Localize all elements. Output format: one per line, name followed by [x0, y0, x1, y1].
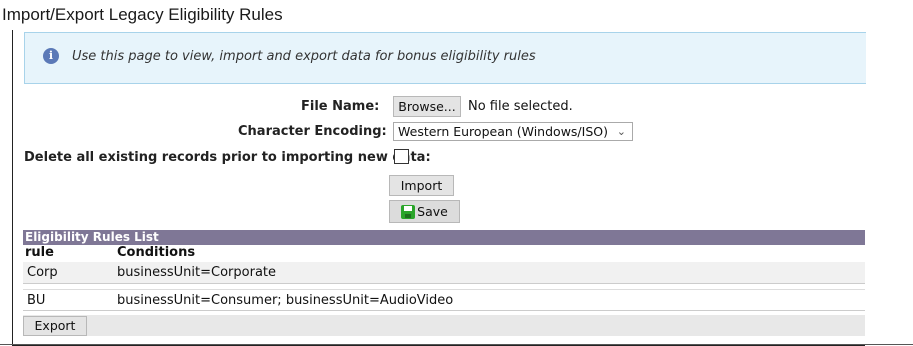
table-column-headers: rule Conditions	[23, 245, 865, 262]
bottom-divider	[0, 344, 913, 345]
info-icon: i	[43, 48, 59, 64]
conditions-cell: businessUnit=Corporate	[117, 265, 277, 280]
page-title: Import/Export Legacy Eligibility Rules	[2, 5, 283, 24]
column-header-rule: rule	[25, 245, 54, 260]
rule-cell: BU	[27, 293, 46, 308]
delete-existing-checkbox[interactable]	[394, 149, 409, 164]
info-box: i Use this page to view, import and expo…	[24, 32, 866, 84]
file-status-text: No file selected.	[468, 99, 573, 114]
character-encoding-label: Character Encoding:	[238, 124, 387, 139]
info-message: Use this page to view, import and export…	[72, 49, 536, 64]
encoding-selected-value: Western European (Windows/ISO)	[398, 124, 608, 139]
floppy-disk-icon	[401, 205, 416, 219]
export-button[interactable]: Export	[23, 316, 87, 336]
rule-cell: Corp	[27, 265, 58, 280]
table-footer	[23, 315, 865, 336]
chevron-down-icon: ⌄	[616, 125, 626, 138]
table-title: Eligibility Rules List	[23, 230, 865, 245]
browse-button[interactable]: Browse...	[393, 96, 461, 117]
import-button[interactable]: Import	[389, 175, 454, 196]
file-name-label: File Name:	[301, 99, 380, 114]
save-button[interactable]: Save	[389, 200, 460, 223]
save-button-label: Save	[417, 204, 448, 219]
table-row: BU businessUnit=Consumer; businessUnit=A…	[23, 289, 865, 311]
character-encoding-select[interactable]: Western European (Windows/ISO) ⌄	[393, 122, 633, 141]
table-row: Corp businessUnit=Corporate	[23, 262, 865, 284]
conditions-cell: businessUnit=Consumer; businessUnit=Audi…	[117, 293, 454, 308]
column-header-conditions: Conditions	[117, 245, 196, 260]
delete-existing-label: Delete all existing records prior to imp…	[24, 150, 431, 165]
